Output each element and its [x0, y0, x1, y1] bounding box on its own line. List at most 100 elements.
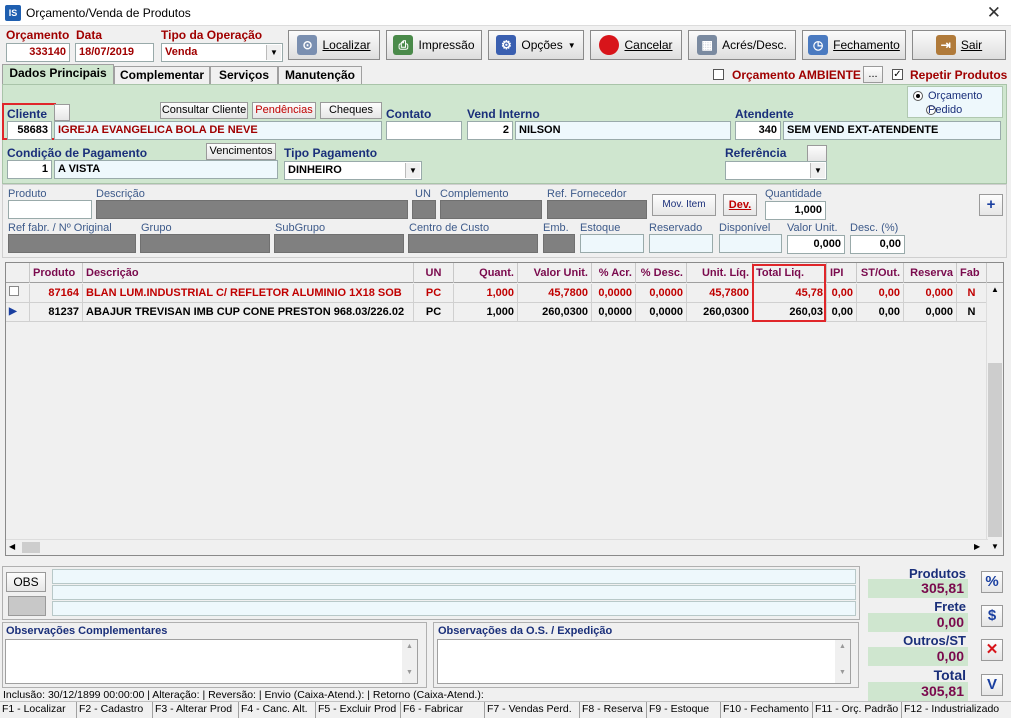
col-header-unit-liq[interactable]: Unit. Líq.	[687, 263, 753, 283]
fkey-f5[interactable]: F5 - Excluir Prod	[316, 702, 401, 718]
textarea-scrollbar[interactable]: ▲ ▼	[402, 640, 417, 683]
obs-secondary-button[interactable]	[8, 596, 46, 616]
obs-complementares-textarea[interactable]: ▲ ▼	[5, 639, 418, 684]
vencimentos-button[interactable]: Vencimentos	[206, 143, 276, 160]
produto-input[interactable]	[8, 200, 92, 219]
valor-unit-input[interactable]: 0,000	[787, 235, 845, 254]
col-header-st[interactable]: ST/Out.	[857, 263, 904, 283]
tab-manutencao[interactable]: Manutenção	[278, 66, 362, 85]
fkey-f10[interactable]: F10 - Fechamento	[721, 702, 813, 718]
obs-os-textarea[interactable]: ▲ ▼	[437, 639, 851, 684]
dollar-button[interactable]: $	[981, 605, 1003, 627]
add-product-button[interactable]: +	[979, 194, 1003, 216]
mov-item-button[interactable]: Mov. Item	[652, 194, 716, 216]
referencia-lookup-button[interactable]	[807, 145, 827, 162]
repetir-produtos-checkbox[interactable]: ✓	[892, 69, 903, 80]
localizar-button[interactable]: ⊙ Localizar	[288, 30, 380, 60]
scroll-left-icon[interactable]: ◀	[9, 542, 15, 551]
horizontal-scrollbar[interactable]: ◀ ▶	[6, 539, 988, 555]
fkey-f6[interactable]: F6 - Fabricar	[401, 702, 485, 718]
orcamento-radio[interactable]	[913, 91, 923, 101]
cheques-button[interactable]: Cheques	[320, 102, 382, 119]
ambiente-label: Orçamento AMBIENTE	[732, 68, 861, 82]
horizontal-scroll-thumb[interactable]	[22, 542, 40, 553]
fkey-f8[interactable]: F8 - Reserva	[580, 702, 647, 718]
table-row[interactable]: ▶ 81237 ABAJUR TREVISAN IMB CUP CONE PRE…	[6, 303, 987, 322]
dropdown-arrow-icon[interactable]: ▼	[266, 45, 281, 60]
row-indicator[interactable]	[6, 284, 30, 303]
col-header-fab[interactable]: Fab	[957, 263, 987, 283]
quantidade-input[interactable]: 1,000	[765, 201, 826, 220]
cell-fab: N	[957, 284, 987, 303]
col-header-valor-unit[interactable]: Valor Unit.	[518, 263, 592, 283]
fkey-f9[interactable]: F9 - Estoque	[647, 702, 721, 718]
cancelar-button[interactable]: Cancelar	[590, 30, 682, 60]
col-header-un[interactable]: UN	[414, 263, 454, 283]
ambiente-checkbox[interactable]	[713, 69, 724, 80]
cliente-name-field[interactable]: IGREJA EVANGELICA BOLA DE NEVE	[54, 121, 382, 140]
fkey-f11[interactable]: F11 - Orç. Padrão	[813, 702, 902, 718]
fechamento-button[interactable]: ◷ Fechamento	[802, 30, 906, 60]
desc-pct-input[interactable]: 0,00	[850, 235, 905, 254]
date-field[interactable]: 18/07/2019	[75, 43, 154, 62]
orcamento-number-field[interactable]: 333140	[6, 43, 70, 62]
ambiente-more-button[interactable]: ...	[863, 66, 883, 83]
tab-complementar[interactable]: Complementar	[114, 66, 210, 85]
col-header-descricao[interactable]: Descrição	[83, 263, 414, 283]
col-header-acr[interactable]: % Acr.	[592, 263, 636, 283]
obs-line-1[interactable]	[52, 569, 856, 584]
fkey-f7[interactable]: F7 - Vendas Perd.	[485, 702, 580, 718]
vertical-scrollbar[interactable]: ▲ ▼	[986, 283, 1003, 555]
tab-dados-principais[interactable]: Dados Principais	[2, 64, 114, 85]
dev-button[interactable]: Dev.	[723, 194, 757, 216]
contato-field[interactable]	[386, 121, 462, 140]
tab-servicos[interactable]: Serviços	[210, 66, 278, 85]
referencia-select[interactable]: ▼	[725, 161, 827, 180]
col-header-quant[interactable]: Quant.	[454, 263, 518, 283]
tipo-operacao-select[interactable]: Venda ▼	[161, 43, 283, 62]
obs-button[interactable]: OBS	[6, 572, 46, 592]
cell-desc: 0,0000	[636, 284, 687, 303]
dropdown-arrow-icon[interactable]: ▼	[405, 163, 420, 178]
opcoes-button[interactable]: ⚙ Opções ▼	[488, 30, 584, 60]
fkey-f1[interactable]: F1 - Localizar	[0, 702, 77, 718]
tipo-pagamento-select[interactable]: DINHEIRO ▼	[284, 161, 422, 180]
condicao-code-field[interactable]: 1	[7, 160, 52, 179]
cancel-icon[interactable]: ✕	[981, 639, 1003, 661]
percent-button[interactable]: %	[981, 571, 1003, 593]
fkey-f4[interactable]: F4 - Canc. Alt.	[239, 702, 316, 718]
vend-interno-code-field[interactable]: 2	[467, 121, 513, 140]
vertical-scroll-thumb[interactable]	[988, 363, 1002, 537]
tipo-pagamento-value: DINHEIRO	[288, 164, 342, 176]
cell-fab: N	[957, 303, 987, 322]
consultar-cliente-button[interactable]: Consultar Cliente	[160, 102, 248, 119]
pendencias-button[interactable]: Pendências	[252, 102, 316, 119]
cliente-lookup-button[interactable]	[54, 104, 70, 121]
atendente-code-field[interactable]: 340	[735, 121, 781, 140]
obs-line-3[interactable]	[52, 601, 856, 616]
scroll-down-icon[interactable]: ▼	[991, 542, 999, 551]
textarea-scrollbar[interactable]: ▲ ▼	[835, 640, 850, 683]
contato-label: Contato	[386, 107, 432, 121]
obs-line-2[interactable]	[52, 585, 856, 600]
audit-info-line: Inclusão: 30/12/1899 00:00:00 | Alteraçã…	[3, 689, 484, 701]
sair-button[interactable]: ⇥ Sair	[912, 30, 1006, 60]
fkey-f12[interactable]: F12 - Industrializado	[902, 702, 1011, 718]
tipo-documento-radio-group: Orçamento Pedido	[907, 86, 1003, 118]
scroll-up-icon[interactable]: ▲	[991, 285, 999, 294]
dropdown-arrow-icon[interactable]: ▼	[810, 163, 825, 178]
impressao-button[interactable]: ⎙ Impressão	[386, 30, 482, 60]
scroll-right-icon[interactable]: ▶	[974, 542, 980, 551]
confirm-down-button[interactable]: V	[981, 674, 1003, 696]
table-row[interactable]: 87164 BLAN LUM.INDUSTRIAL C/ REFLETOR AL…	[6, 284, 987, 303]
col-header-desc[interactable]: % Desc.	[636, 263, 687, 283]
close-icon[interactable]: ✕	[987, 3, 1001, 23]
row-indicator[interactable]: ▶	[6, 303, 30, 322]
acres-desc-button[interactable]: ▦ Acrés/Desc.	[688, 30, 796, 60]
cliente-code-field[interactable]: 58683	[7, 121, 52, 140]
col-header-produto[interactable]: Produto	[30, 263, 83, 283]
col-header-reserva[interactable]: Reserva	[904, 263, 957, 283]
col-header-ipi[interactable]: IPI	[827, 263, 857, 283]
fkey-f3[interactable]: F3 - Alterar Prod	[153, 702, 239, 718]
fkey-f2[interactable]: F2 - Cadastro	[77, 702, 153, 718]
